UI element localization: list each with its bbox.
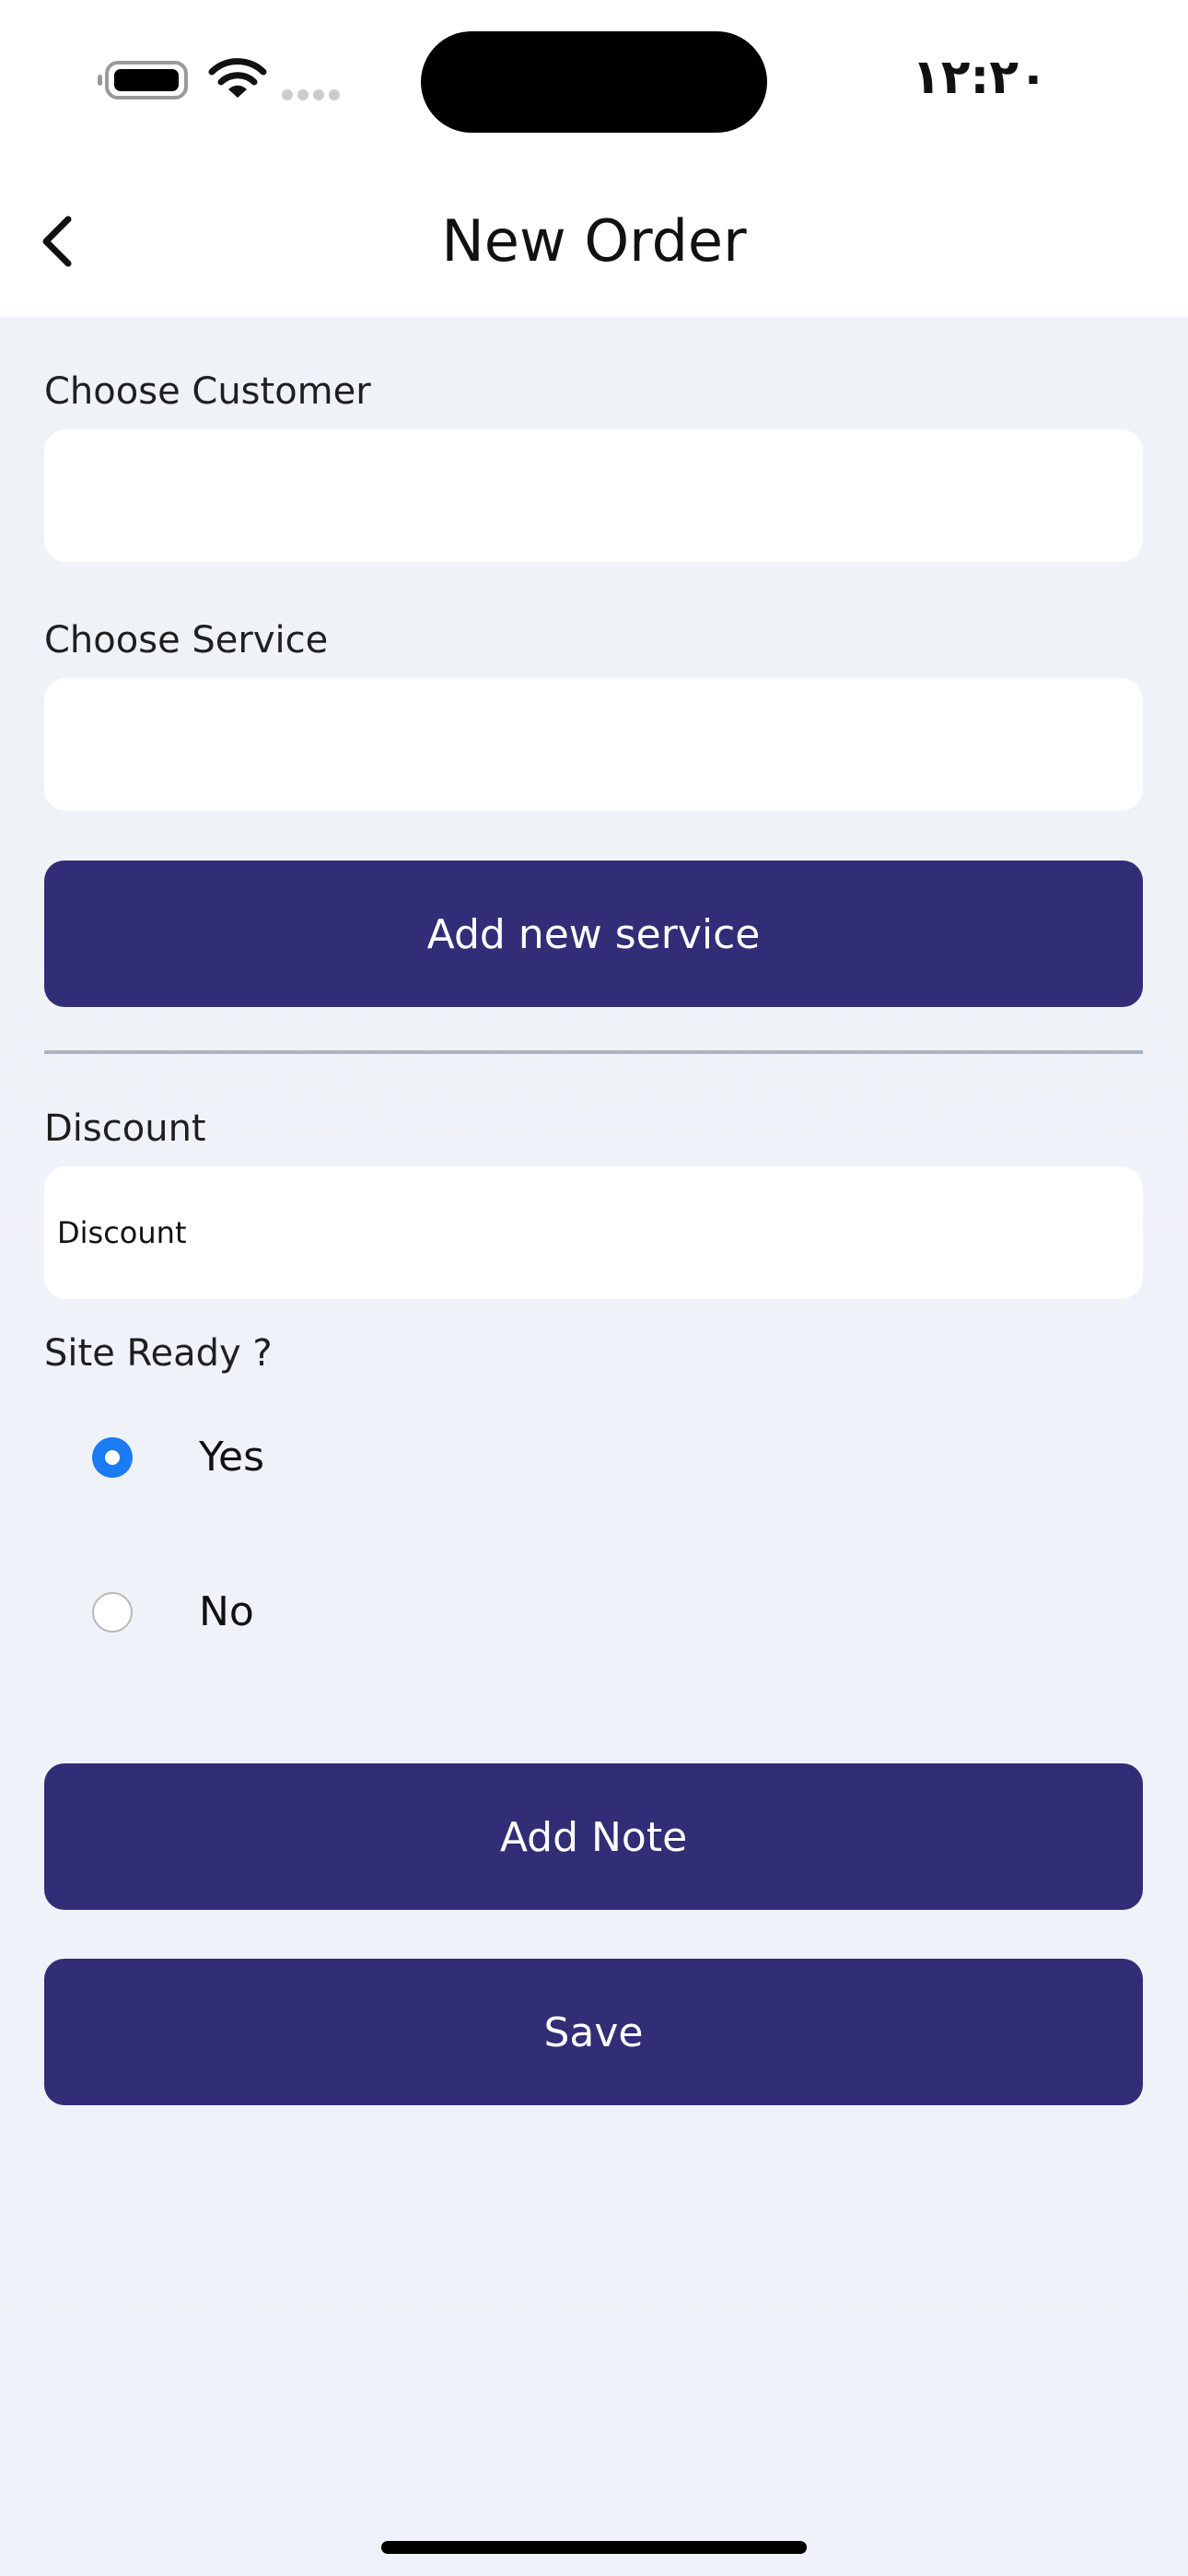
customer-field[interactable] (44, 429, 1143, 562)
radio-unselected-icon (92, 1592, 133, 1633)
service-label: Choose Service (44, 619, 329, 662)
radio-option-yes[interactable]: Yes (44, 1417, 597, 1500)
customer-label: Choose Customer (44, 370, 371, 413)
status-bar: ۱۲:۲۰ (0, 0, 1188, 166)
navigation-bar: New Order (0, 166, 1188, 317)
dynamic-island (421, 31, 767, 133)
radio-option-no[interactable]: No (44, 1572, 597, 1655)
radio-selected-icon (92, 1437, 133, 1478)
cellular-signal-icon (282, 87, 346, 100)
page-title: New Order (441, 207, 747, 275)
order-form: Choose Customer Choose Service Add new s… (0, 317, 1188, 2576)
divider (44, 1050, 1143, 1054)
wifi-icon (208, 58, 267, 98)
discount-field[interactable] (44, 1166, 1143, 1299)
add-service-button[interactable]: Add new service (44, 861, 1143, 1007)
status-time: ۱۲:۲۰ (912, 50, 1048, 105)
save-button[interactable]: Save (44, 1959, 1143, 2105)
radio-label-yes: Yes (199, 1434, 265, 1481)
add-note-button[interactable]: Add Note (44, 1763, 1143, 1910)
service-field[interactable] (44, 678, 1143, 811)
battery-icon (98, 61, 188, 100)
discount-label: Discount (44, 1107, 206, 1150)
home-indicator[interactable] (381, 2541, 807, 2554)
site-ready-label: Site Ready ? (44, 1332, 273, 1375)
radio-label-no: No (199, 1588, 254, 1635)
